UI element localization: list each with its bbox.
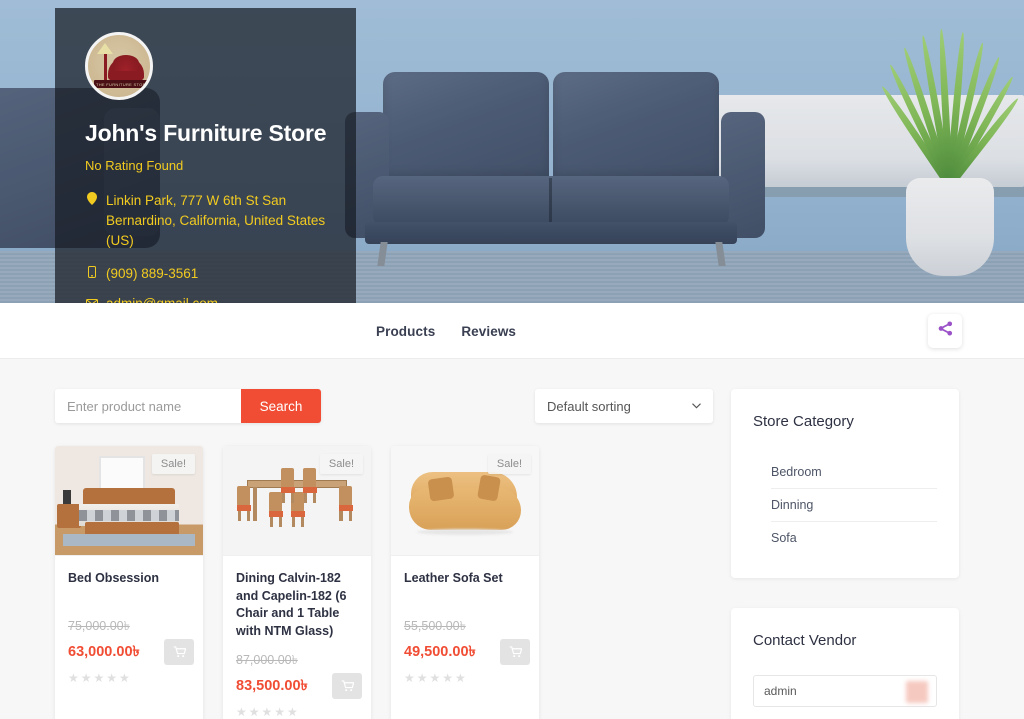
sale-badge: Sale!: [151, 454, 195, 474]
store-category-panel: Store Category Bedroom Dinning Sofa: [731, 389, 959, 578]
product-title[interactable]: Dining Calvin-182 and Capelin-182 (6 Cha…: [236, 570, 358, 640]
store-phone-row: (909) 889-3561: [85, 264, 330, 284]
product-rating-stars: ★★★★★: [236, 705, 300, 719]
sale-badge: Sale!: [319, 454, 363, 474]
store-address: Linkin Park, 777 W 6th St San Bernardino…: [106, 193, 326, 248]
phone-icon: [85, 264, 98, 284]
store-rating-text: No Rating Found: [85, 158, 184, 173]
product-rating-stars: ★★★★★: [68, 670, 132, 685]
product-image[interactable]: Sale!: [55, 446, 203, 556]
store-name: John's Furniture Store: [85, 120, 327, 146]
product-image[interactable]: Sale!: [223, 446, 371, 556]
product-card[interactable]: Sale! Bed Obsession 75,000.00৳ 63,000.00…: [55, 446, 203, 719]
store-logo-caption: THE FURNITURE STORE: [96, 82, 149, 87]
vendor-name-field[interactable]: admin: [753, 675, 937, 707]
share-icon: [938, 321, 953, 341]
store-email-row: admin@gmail.com: [85, 294, 330, 303]
store-address-row: Linkin Park, 777 W 6th St San Bernardino…: [85, 191, 330, 251]
product-image[interactable]: Sale!: [391, 446, 539, 556]
product-card[interactable]: Sale! Leather Sofa Set 55,500.00৳ 49,500…: [391, 446, 539, 719]
contact-vendor-panel: Contact Vendor admin: [731, 608, 959, 719]
vendor-name-value: admin: [764, 684, 797, 698]
store-info-panel: THE FURNITURE STORE John's Furniture Sto…: [55, 8, 356, 303]
location-pin-icon: [85, 191, 98, 211]
sort-selected-label: Default sorting: [547, 398, 631, 414]
share-button[interactable]: [928, 314, 962, 348]
store-category-list: Bedroom Dinning Sofa: [753, 456, 937, 554]
search-input[interactable]: [55, 389, 241, 423]
store-logo: THE FURNITURE STORE: [85, 32, 153, 100]
search-button[interactable]: Search: [241, 389, 321, 423]
tab-reviews[interactable]: Reviews: [461, 324, 516, 339]
store-sidebar: Store Category Bedroom Dinning Sofa Cont…: [731, 389, 959, 719]
category-item-bedroom[interactable]: Bedroom: [771, 456, 937, 489]
store-phone: (909) 889-3561: [106, 266, 199, 281]
product-rating-stars: ★★★★★: [404, 670, 468, 685]
vendor-avatar: [906, 681, 928, 703]
add-to-cart-button[interactable]: [164, 638, 194, 665]
store-category-title: Store Category: [753, 413, 854, 430]
tab-products[interactable]: Products: [376, 324, 435, 339]
sort-select[interactable]: Default sorting: [535, 389, 713, 423]
product-search: Search: [55, 389, 321, 423]
store-hero-banner: THE FURNITURE STORE John's Furniture Sto…: [0, 0, 1024, 303]
category-item-dinning[interactable]: Dinning: [771, 489, 937, 522]
sale-badge: Sale!: [487, 454, 531, 474]
product-price-old: 55,500.00৳: [404, 618, 466, 633]
product-card[interactable]: Sale! Dining Calvin-182 and Capelin-182 …: [223, 446, 371, 719]
email-icon: [85, 294, 98, 303]
product-price-old: 87,000.00৳: [236, 653, 298, 667]
add-to-cart-button[interactable]: [500, 638, 530, 665]
product-grid: Sale! Bed Obsession 75,000.00৳ 63,000.00…: [55, 446, 705, 719]
store-tabbar: Products Reviews: [0, 303, 1024, 359]
product-title[interactable]: Leather Sofa Set: [404, 570, 526, 588]
store-content: Search Default sorting: [0, 359, 1024, 719]
product-price-old: 75,000.00৳: [68, 618, 130, 633]
add-to-cart-button[interactable]: [332, 673, 362, 699]
contact-vendor-title: Contact Vendor: [753, 632, 857, 649]
product-title[interactable]: Bed Obsession: [68, 570, 190, 588]
tab-list: Products Reviews: [376, 303, 516, 359]
store-email: admin@gmail.com: [106, 294, 218, 303]
chevron-down-icon: [692, 401, 701, 412]
category-item-sofa[interactable]: Sofa: [771, 522, 937, 554]
